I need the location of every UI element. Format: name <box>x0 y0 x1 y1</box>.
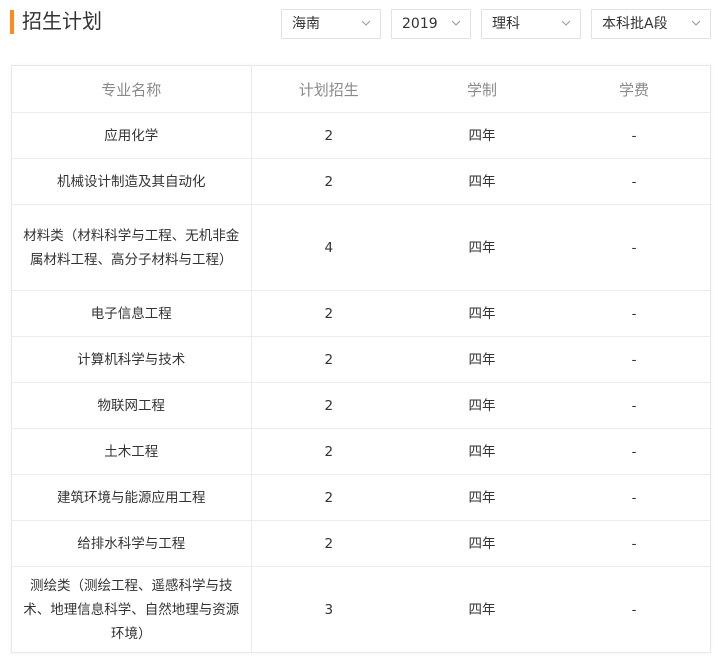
major-cell: 土木工程 <box>12 428 252 475</box>
column-header-duration: 学制 <box>406 66 558 113</box>
table-row: 建筑环境与能源应用工程 2 四年 - <box>12 474 710 521</box>
province-select-value: 海南 <box>292 16 320 32</box>
table-row: 物联网工程 2 四年 - <box>12 382 710 429</box>
major-cell: 物联网工程 <box>12 382 252 429</box>
major-cell: 测绘类（测绘工程、遥感科学与技术、地理信息科学、自然地理与资源环境） <box>12 566 252 652</box>
year-select-value: 2019 <box>402 16 438 32</box>
plan-cell: 2 <box>251 382 406 429</box>
duration-cell: 四年 <box>468 601 496 618</box>
plan-cell: 2 <box>251 428 406 475</box>
tuition-cell: - <box>631 601 637 618</box>
batch-select-value: 本科批A段 <box>602 16 668 32</box>
year-select[interactable]: 2019 <box>391 9 471 39</box>
major-cell: 建筑环境与能源应用工程 <box>12 474 252 521</box>
column-header-plan: 计划招生 <box>251 66 406 113</box>
tuition-cell: - <box>558 336 710 383</box>
plan-cell: 2 <box>251 336 406 383</box>
column-header-major: 专业名称 <box>12 66 252 113</box>
duration-cell: 四年 <box>406 336 558 383</box>
column-header-tuition: 学费 <box>558 66 710 113</box>
duration-cell: 四年 <box>406 520 558 567</box>
plan-cell: 3 <box>324 601 334 618</box>
tuition-cell: - <box>558 474 710 521</box>
page-title: 招生计划 <box>22 9 102 33</box>
table-row: 测绘类（测绘工程、遥感科学与技术、地理信息科学、自然地理与资源环境） 3 四年 … <box>12 566 710 652</box>
duration-cell: 四年 <box>406 290 558 337</box>
plan-cell: 2 <box>251 112 406 159</box>
table-row: 材料类（材料科学与工程、无机非金属材料工程、高分子材料与工程） 4 四年 - <box>12 204 710 291</box>
chevron-down-icon <box>691 18 701 28</box>
table-row: 计算机科学与技术 2 四年 - <box>12 336 710 383</box>
tuition-cell: - <box>558 428 710 475</box>
plan-cell: 2 <box>251 290 406 337</box>
tuition-cell: - <box>558 382 710 429</box>
major-cell: 应用化学 <box>12 112 252 159</box>
duration-cell: 四年 <box>406 428 558 475</box>
table-header-row: 专业名称 计划招生 学制 学费 <box>12 66 710 113</box>
plan-cell: 2 <box>251 520 406 567</box>
table-row: 给排水科学与工程 2 四年 - <box>12 520 710 567</box>
major-cell: 材料类（材料科学与工程、无机非金属材料工程、高分子材料与工程） <box>12 204 252 291</box>
plan-cell: 2 <box>251 474 406 521</box>
major-cell: 机械设计制造及其自动化 <box>12 158 252 205</box>
major-cell: 计算机科学与技术 <box>12 336 252 383</box>
subject-select-value: 理科 <box>492 16 520 32</box>
duration-cell: 四年 <box>406 112 558 159</box>
subject-select[interactable]: 理科 <box>481 9 581 39</box>
duration-cell: 四年 <box>406 158 558 205</box>
enrollment-plan-table: 专业名称 计划招生 学制 学费 应用化学 2 四年 - 机械设计制造及其自动化 … <box>11 65 711 653</box>
plan-cell: 2 <box>251 158 406 205</box>
province-select[interactable]: 海南 <box>281 9 381 39</box>
tuition-cell: - <box>558 520 710 567</box>
major-cell: 给排水科学与工程 <box>12 520 252 567</box>
table-row: 机械设计制造及其自动化 2 四年 - <box>12 158 710 205</box>
table-row: 电子信息工程 2 四年 - <box>12 290 710 337</box>
chevron-down-icon <box>561 18 571 28</box>
table-row: 应用化学 2 四年 - <box>12 112 710 159</box>
tuition-cell: - <box>558 204 710 291</box>
title-accent-bar <box>10 10 14 34</box>
tuition-cell: - <box>558 158 710 205</box>
tuition-cell: - <box>558 112 710 159</box>
duration-cell: 四年 <box>406 474 558 521</box>
tuition-cell: - <box>558 290 710 337</box>
major-cell: 电子信息工程 <box>12 290 252 337</box>
plan-cell: 4 <box>251 204 406 291</box>
batch-select[interactable]: 本科批A段 <box>591 9 711 39</box>
duration-cell: 四年 <box>406 204 558 291</box>
table-row: 土木工程 2 四年 - <box>12 428 710 475</box>
duration-cell: 四年 <box>406 382 558 429</box>
chevron-down-icon <box>361 18 371 28</box>
chevron-down-icon <box>451 18 461 28</box>
